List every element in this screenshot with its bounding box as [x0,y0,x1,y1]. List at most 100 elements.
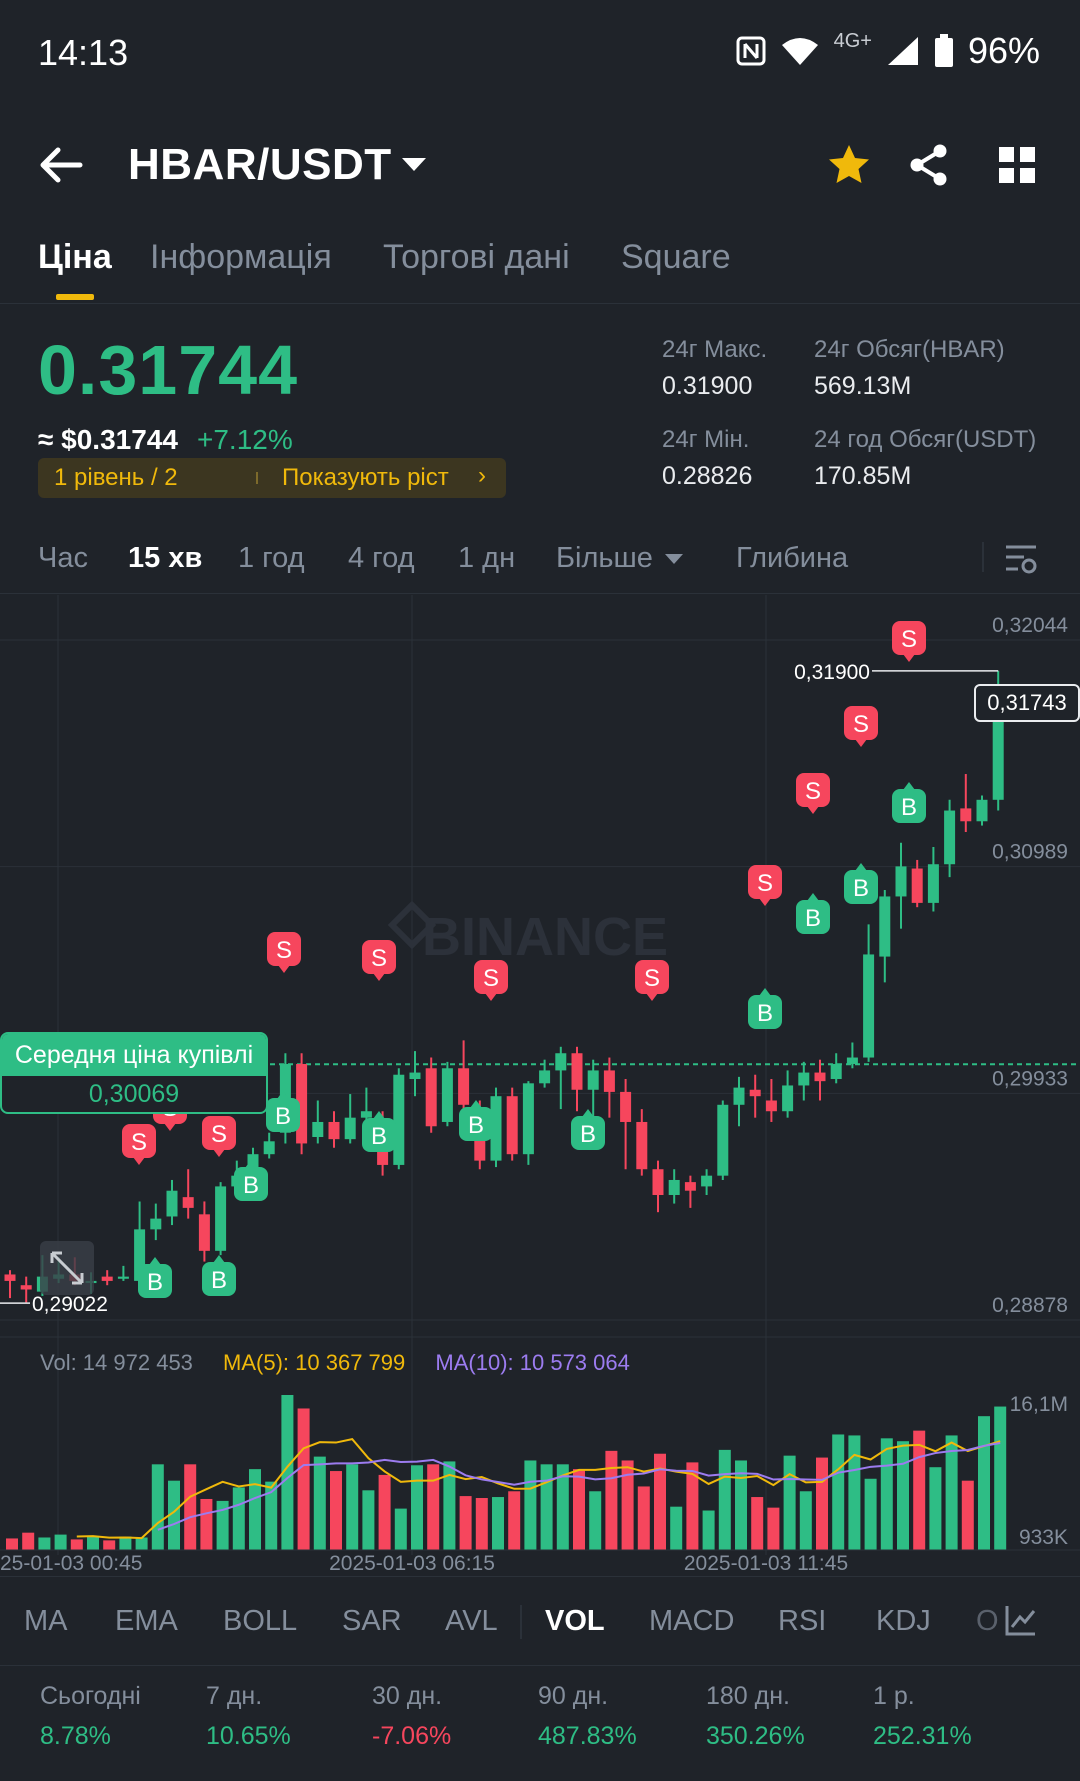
back-arrow-icon[interactable] [36,140,86,190]
status-icons: 4G+ 96% [736,30,1040,72]
tf-more[interactable]: Більше [556,542,683,575]
volume-bar [994,1406,1007,1550]
pair-dropdown-icon[interactable] [402,158,426,171]
tab-info[interactable]: Інформація [150,238,332,277]
perf-label: 7 дн. [206,1682,263,1710]
candle-body [960,808,972,822]
ma5-line [76,1437,1001,1540]
volume-bar [427,1464,440,1550]
tf-1h[interactable]: 1 год [238,542,305,575]
share-icon[interactable] [906,142,952,188]
volume-bar [929,1467,942,1550]
sell-marker-label: S [371,945,387,972]
candle-body [198,1214,210,1251]
chart-settings-icon[interactable] [1004,542,1038,576]
price-axis-label: 0,30989 [992,841,1068,864]
candle-body [830,1063,842,1080]
buy-marker-pointer [759,988,771,996]
ind-avl[interactable]: AVL [445,1605,498,1638]
price-axis-label: 0,32044 [992,614,1068,637]
ind-ema[interactable]: EMA [115,1605,178,1638]
buy-marker-pointer [807,893,819,901]
ind-rsi[interactable]: RSI [778,1605,826,1638]
grid-menu-icon[interactable] [994,142,1040,188]
candle-body [506,1096,518,1155]
volume-bar [330,1471,342,1550]
vol-quote-value: 170.85M [814,462,912,490]
volume-bar [394,1508,407,1550]
tf-more-label: Більше [556,542,653,574]
volume-bar [249,1469,261,1550]
volume-bar [832,1434,845,1550]
volume-bar [492,1497,504,1550]
candle-body [522,1083,534,1155]
tf-time[interactable]: Час [38,542,88,575]
pair-title[interactable]: HBAR/USDT [128,140,392,190]
volume-bar [897,1441,909,1550]
volume-bar [346,1464,359,1550]
ind-ma[interactable]: MA [24,1605,68,1638]
tf-1d[interactable]: 1 дн [458,542,515,575]
avg-buy-value: 0,30069 [88,1080,180,1108]
volume-bar [637,1486,650,1550]
timeframe-bar: Час 15 хв 1 год 4 год 1 дн Більше Глибин… [0,530,1080,594]
low-24h-value: 0.28826 [662,462,753,490]
level-banner[interactable]: 1 рівень / 2 Показують ріст › [38,458,506,498]
ind-boll[interactable]: BOLL [223,1605,297,1638]
tab-trading-data[interactable]: Торгові дані [383,238,570,277]
volume-bar [135,1537,148,1550]
buy-marker-pointer [903,782,915,790]
ind-more[interactable]: O [976,1605,999,1638]
tf-divider [982,542,984,572]
sell-marker-label: S [853,711,869,738]
chevron-right-icon: › [478,462,486,489]
volume-bar [200,1498,213,1550]
tab-price[interactable]: Ціна [38,238,112,277]
volume-bar [848,1435,861,1550]
indicator-bar: MA EMA BOLL SAR AVL VOL MACD RSI KDJ O [0,1576,1080,1666]
sell-marker-label: S [483,965,499,992]
tf-4h[interactable]: 4 год [348,542,415,575]
ind-vol[interactable]: VOL [545,1605,605,1638]
perf-value: 8.78% [40,1722,111,1750]
volume-bar [475,1498,488,1550]
volume-bar [605,1450,618,1550]
buy-marker-label: B [853,875,869,902]
candle-body [944,810,956,865]
perf-value: 487.83% [538,1722,637,1750]
candle-body [798,1072,810,1086]
ind-sar[interactable]: SAR [342,1605,402,1638]
price-axis-label: 0,28878 [992,1294,1068,1317]
perf-label: Сьогодні [40,1682,141,1710]
candle-body [441,1068,453,1122]
volume-bar [702,1510,715,1550]
candle-body [636,1121,648,1170]
tf-15m[interactable]: 15 хв [128,542,202,575]
perf-label: 90 дн. [538,1682,609,1710]
volume-bar [411,1465,423,1550]
tab-square[interactable]: Square [621,238,731,277]
candle-body [4,1274,16,1281]
sell-marker-pointer [133,1157,145,1165]
favorite-star-icon[interactable] [826,142,872,188]
volume-bar [799,1491,812,1550]
candle-body [620,1091,632,1122]
time-axis-label: 2025-01-03 11:45 [684,1552,848,1575]
sell-marker-pointer [759,898,771,906]
ind-kdj[interactable]: KDJ [876,1605,931,1638]
volume-bar [38,1537,51,1550]
buy-marker-label: B [211,1267,227,1294]
last-price: 0.31744 [38,331,299,409]
level-text: 1 рівень / 2 [54,464,178,491]
candle-body [863,954,875,1058]
indicator-settings-icon[interactable] [1004,1603,1038,1637]
candle-body [312,1121,324,1138]
candle-body [344,1117,356,1140]
price-usd: ≈ $0.31744 [38,424,178,455]
ind-macd[interactable]: MACD [649,1605,734,1638]
buy-marker-label: B [147,1269,163,1296]
tf-depth[interactable]: Глибина [736,542,848,575]
network-type: 4G+ [833,29,872,52]
volume-bar [913,1430,926,1550]
tab-bar: Ціна Інформація Торгові дані Square [0,228,1080,304]
